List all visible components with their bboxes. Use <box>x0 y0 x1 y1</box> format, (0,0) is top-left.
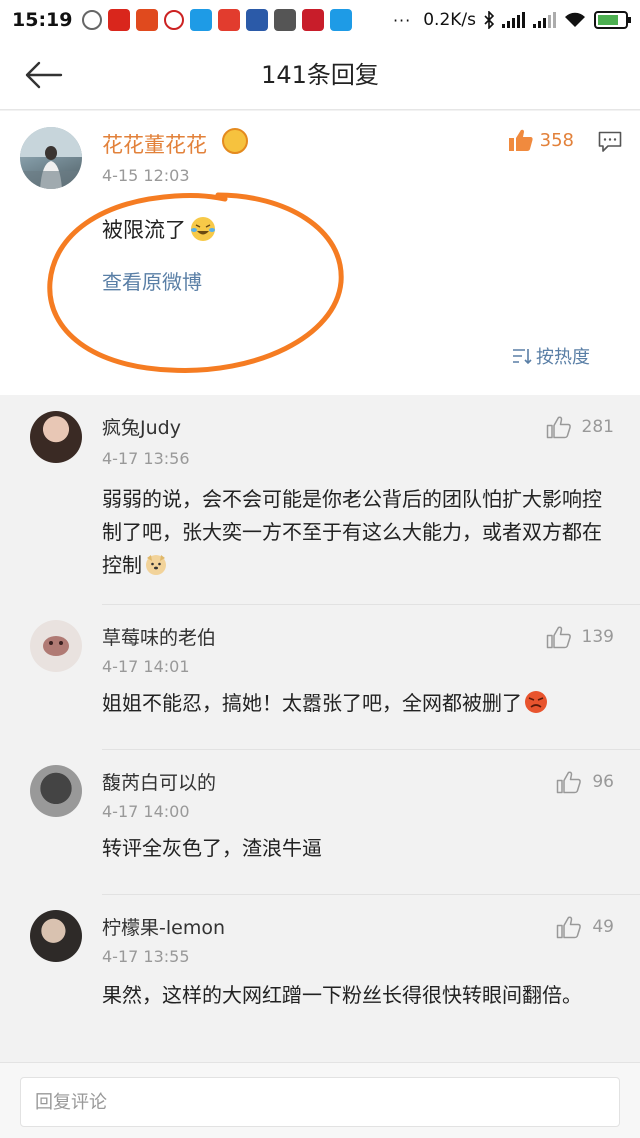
like-button[interactable]: 49 <box>556 915 614 939</box>
app-icon <box>274 9 297 31</box>
comment-text: 姐姐不能忍，搞她！太嚣张了吧，全网都被删了 <box>102 687 614 720</box>
like-button[interactable]: 139 <box>546 625 614 649</box>
app-icon <box>164 10 185 30</box>
sort-icon <box>513 349 532 365</box>
comment-icon <box>598 131 622 152</box>
cellular-signal-icon <box>502 12 525 28</box>
comment-time: 4-17 13:56 <box>102 449 190 468</box>
like-button[interactable]: 358 <box>508 128 574 152</box>
like-count: 96 <box>592 772 614 792</box>
wifi-icon <box>565 12 585 27</box>
like-count: 358 <box>539 129 574 151</box>
avatar[interactable] <box>20 127 82 189</box>
comment-time: 4-17 14:00 <box>102 802 190 821</box>
main-comment: 花花董花花 4-15 12:03 358 被限流了 查看原微博 按热度 <box>0 111 640 395</box>
post-time: 4-15 12:03 <box>102 166 190 185</box>
angry-emoji-icon <box>525 691 547 713</box>
reply-button[interactable] <box>598 131 622 157</box>
user-name[interactable]: 花花董花花 <box>102 129 207 159</box>
comment-text: 转评全灰色了，渣浪牛逼 <box>102 836 322 860</box>
like-button[interactable]: 281 <box>546 415 614 439</box>
avatar[interactable] <box>30 765 82 817</box>
sort-by-hot-button[interactable]: 按热度 <box>512 343 590 369</box>
like-count: 139 <box>581 627 614 647</box>
vip-badge-icon <box>222 128 248 154</box>
thumbs-up-icon <box>557 916 582 939</box>
status-right: ··· 0.2K/s <box>392 10 631 30</box>
comment-text-content: 姐姐不能忍，搞她！太嚣张了吧，全网都被删了 <box>102 691 522 715</box>
battery-icon <box>594 11 631 29</box>
comment-item: 柠檬果-lemon 4-17 13:55 49 果然，这样的大网红蹭一下粉丝长得… <box>0 895 640 1062</box>
app-icon <box>190 9 213 31</box>
app-icon <box>218 9 241 31</box>
comment-time: 4-17 14:01 <box>102 657 190 676</box>
comment-time: 4-17 13:55 <box>102 947 190 966</box>
app-icon <box>108 9 131 31</box>
reply-input[interactable] <box>20 1077 620 1127</box>
app-icon <box>246 9 269 31</box>
comment-item: 馥芮白可以的 4-17 14:00 96 转评全灰色了，渣浪牛逼 <box>0 750 640 895</box>
dog-emoji-icon <box>146 555 166 575</box>
sort-label: 按热度 <box>536 347 590 368</box>
avatar[interactable] <box>30 620 82 672</box>
app-icon <box>330 9 353 31</box>
bluetooth-icon <box>484 11 494 29</box>
user-name[interactable]: 草莓味的老伯 <box>102 623 216 650</box>
user-name[interactable]: 柠檬果-lemon <box>102 913 225 940</box>
like-count: 49 <box>592 917 614 937</box>
app-icon <box>302 9 325 31</box>
cellular-signal-2-icon <box>533 12 556 28</box>
user-name[interactable]: 馥芮白可以的 <box>102 768 216 795</box>
thumbs-up-icon <box>557 771 582 794</box>
like-count: 281 <box>581 417 614 437</box>
reply-bar <box>0 1062 640 1138</box>
thumbs-up-icon <box>508 129 533 151</box>
avatar[interactable] <box>30 910 82 962</box>
comment-text: 弱弱的说，会不会可能是你老公背后的团队怕扩大影响控制了吧，张大奕一方不至于有这么… <box>102 483 614 582</box>
like-button[interactable]: 96 <box>556 770 614 794</box>
comment-text: 果然，这样的大网红蹭一下粉丝长得很快转眼间翻倍。 <box>102 983 582 1007</box>
page-title: 141条回复 <box>261 61 379 89</box>
status-bar: 15:19 ··· 0.2K/s <box>0 0 640 40</box>
network-speed: 0.2K/s <box>423 10 476 30</box>
avatar[interactable] <box>30 411 82 463</box>
app-icon <box>136 9 159 31</box>
thumbs-up-icon <box>546 416 571 439</box>
header: 141条回复 <box>0 40 640 110</box>
comment-text-content: 弱弱的说，会不会可能是你老公背后的团队怕扩大影响控制了吧，张大奕一方不至于有这么… <box>102 487 602 577</box>
notification-icons <box>82 9 353 31</box>
status-time: 15:19 <box>12 9 73 31</box>
wechat-icon <box>82 10 103 30</box>
comment-item: 草莓味的老伯 4-17 14:01 139 姐姐不能忍，搞她！太嚣张了吧，全网都… <box>0 605 640 750</box>
more-notifications: ··· <box>392 10 412 30</box>
user-name[interactable]: 疯兔Judy <box>102 413 181 440</box>
annotation-circle <box>47 192 344 373</box>
comment-item: 疯兔Judy 4-17 13:56 281 弱弱的说，会不会可能是你老公背后的团… <box>0 395 640 605</box>
thumbs-up-icon <box>546 626 571 649</box>
